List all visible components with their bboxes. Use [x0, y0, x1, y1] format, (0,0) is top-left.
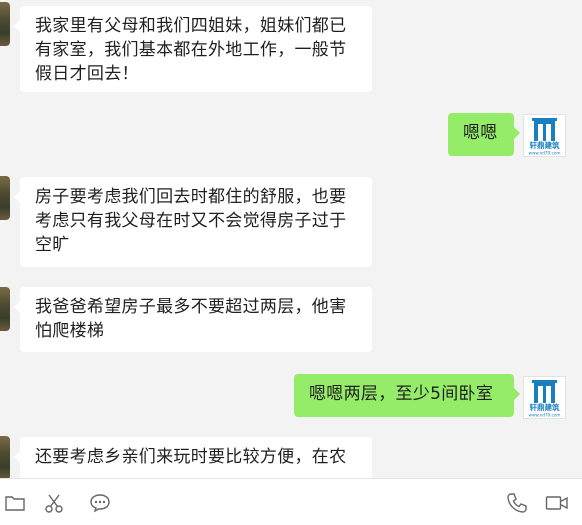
- contact-avatar[interactable]: [0, 436, 10, 478]
- message-bubble-received: 房子要考虑我们回去时都住的舒服，也要考虑只有我父母在时又不会觉得房子过于空旷: [14, 177, 372, 267]
- contact-avatar[interactable]: [0, 2, 10, 46]
- phone-icon[interactable]: [506, 492, 528, 514]
- scissors-icon[interactable]: [44, 492, 66, 514]
- message-bubble-received: 还要考虑乡亲们来玩时要比较方便，在农: [14, 437, 372, 478]
- message-bubble-sent: 嗯嗯: [448, 113, 520, 156]
- svg-text:www.xd79.com: www.xd79.com: [529, 413, 561, 418]
- svg-text:轩鼎建筑: 轩鼎建筑: [530, 402, 560, 412]
- message-bubble-received: 我爸爸希望房子最多不要超过两层，他害怕爬楼梯: [14, 287, 372, 352]
- my-avatar[interactable]: 轩鼎建筑 www.xd79.com: [523, 114, 566, 157]
- my-avatar[interactable]: 轩鼎建筑 www.xd79.com: [523, 376, 566, 419]
- brand-logo-icon: 轩鼎建筑 www.xd79.com: [529, 118, 561, 156]
- chat-area: 我家里有父母和我们四姐妹，姐妹们都已有家室，我们基本都在外地工作，一般节假日才回…: [0, 0, 582, 478]
- contact-avatar[interactable]: [0, 287, 10, 331]
- input-toolbar: [0, 478, 582, 525]
- message-bubble-sent: 嗯嗯两层，至少5间卧室: [294, 374, 520, 417]
- contact-avatar[interactable]: [0, 176, 10, 220]
- folder-icon[interactable]: [4, 492, 26, 514]
- svg-text:轩鼎建筑: 轩鼎建筑: [530, 140, 560, 150]
- svg-text:www.xd79.com: www.xd79.com: [529, 151, 561, 156]
- brand-logo-icon: 轩鼎建筑 www.xd79.com: [529, 380, 561, 418]
- video-icon[interactable]: [545, 492, 568, 514]
- emoji-icon[interactable]: [89, 492, 111, 514]
- message-bubble-received: 我家里有父母和我们四姐妹，姐妹们都已有家室，我们基本都在外地工作，一般节假日才回…: [14, 6, 372, 92]
